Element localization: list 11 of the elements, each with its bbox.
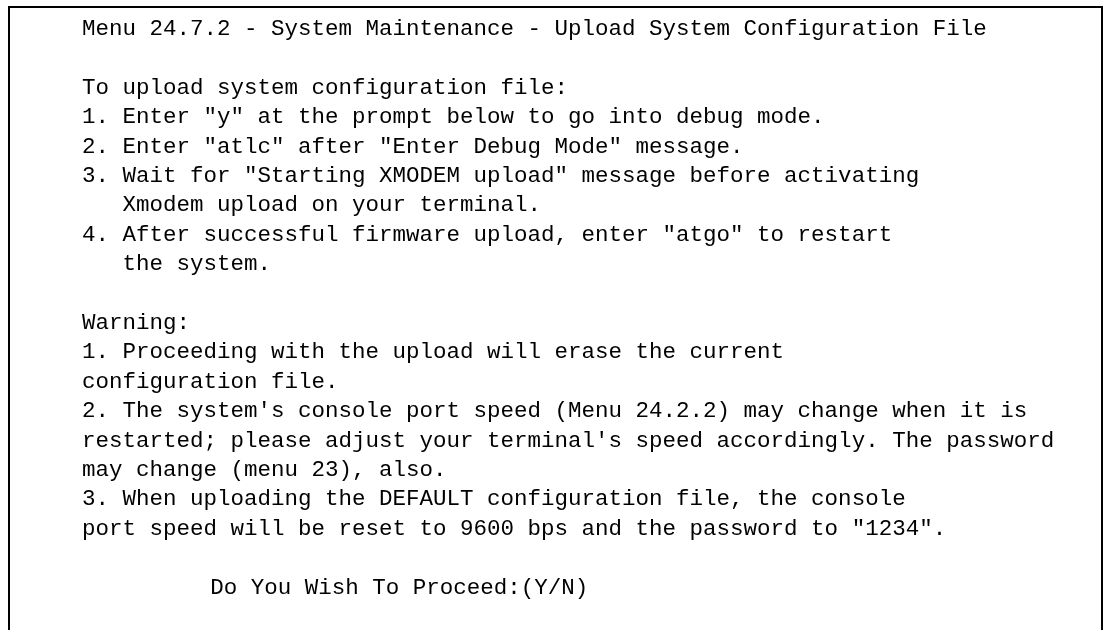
instruction-step: 3. Wait for "Starting XMODEM upload" message before activating Xmodem upload on your terminal.	[82, 162, 920, 221]
instruction-step: 2. Enter "atlc" after "Enter Debug Mode" message.	[82, 132, 744, 162]
proceed-prompt: Do You Wish To Proceed:(Y/N)	[210, 573, 589, 603]
menu-title: Menu 24.7.2 - System Maintenance - Upload System Configuration File	[82, 15, 987, 44]
instruction-step: 4. After successful firmware upload, enter "atgo" to restart the system.	[82, 220, 893, 280]
instruction-step: 1. Enter "y" at the prompt below to go into debug mode.	[82, 103, 825, 133]
warning-text: 1. Proceeding with the upload will erase the current configuration file.	[82, 338, 785, 397]
instructions-heading: To upload system configuration file:	[82, 73, 569, 103]
warning-heading: Warning:	[82, 309, 191, 339]
warning-text: 2. The system's console port speed (Menu 24.2.2) may change when it is restarted; please adjust your terminal's speed accordingly. The password may change (menu 23), also.	[82, 397, 1055, 486]
warning-text: 3. When uploading the DEFAULT configuration file, the console port speed will be reset to 9600 bps and the password to "1234".	[82, 485, 947, 544]
